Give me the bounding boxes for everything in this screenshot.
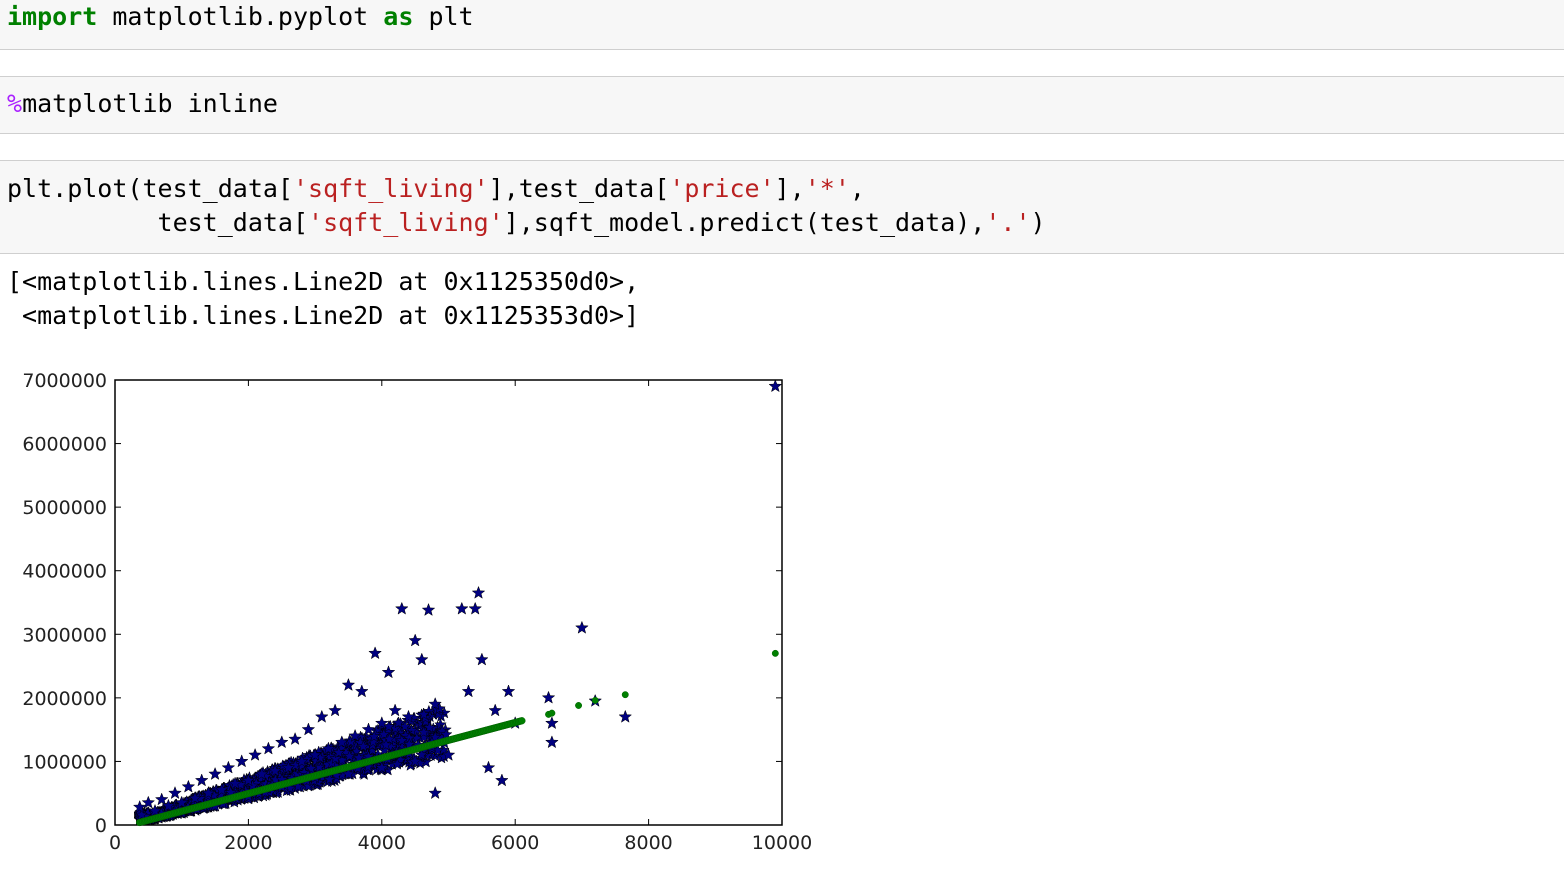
alias-name: plt — [413, 2, 474, 31]
y-tick-label: 7000000 — [22, 370, 107, 392]
output-line-2: <matplotlib.lines.Line2D at 0x1125353d0>… — [7, 301, 640, 330]
data-point-prediction — [771, 649, 779, 657]
y-tick-label: 3000000 — [22, 624, 107, 646]
x-tick-label: 8000 — [624, 832, 672, 854]
string-literal: 'sqft_living' — [292, 174, 489, 203]
scatter-plot: 0 2000 4000 6000 8000 10000 0 1000000 2000000 300… — [22, 370, 812, 854]
data-point-prediction — [548, 709, 556, 717]
y-tick-label: 4000000 — [22, 561, 107, 583]
code-segment: ],test_data[ — [488, 174, 670, 203]
x-tick-label: 4000 — [358, 832, 406, 854]
y-tick-label: 2000000 — [22, 688, 107, 710]
code-segment: ],sqft_model.predict(test_data), — [503, 208, 986, 237]
output-line-1: [<matplotlib.lines.Line2D at 0x1125350d0… — [7, 267, 640, 296]
magic-percent: % — [7, 89, 23, 118]
module-name: matplotlib.pyplot — [97, 2, 384, 31]
keyword-as: as — [383, 2, 414, 31]
magic-command: matplotlib inline — [22, 89, 278, 118]
code-segment: plt.plot(test_data[ — [7, 174, 293, 203]
string-literal: 'sqft_living' — [308, 208, 504, 237]
code-line-2: test_data['sqft_living'],sqft_model.pred… — [7, 206, 1046, 240]
code-segment: ) — [1030, 208, 1046, 237]
x-tick-label: 6000 — [491, 832, 539, 854]
code-line: %matplotlib inline — [7, 87, 278, 121]
x-tick-label: 10000 — [752, 832, 812, 854]
x-tick-label: 0 — [109, 832, 121, 854]
code-segment: , — [849, 174, 865, 203]
keyword-import: import — [7, 2, 98, 31]
string-literal: 'price' — [669, 174, 775, 203]
code-cell-plot[interactable]: plt.plot(test_data['sqft_living'],test_d… — [0, 160, 1564, 254]
code-segment: test_data[ — [7, 208, 309, 237]
data-point-prediction — [621, 691, 629, 699]
code-line: import matplotlib.pyplot as plt — [7, 0, 474, 34]
string-literal: '*' — [804, 174, 850, 203]
x-tick-label: 2000 — [224, 832, 272, 854]
string-literal: '.' — [985, 208, 1031, 237]
y-tick-label: 6000000 — [22, 434, 107, 456]
code-segment: ], — [774, 174, 805, 203]
code-cell-magic[interactable]: %matplotlib inline — [0, 76, 1564, 134]
y-tick-label: 1000000 — [22, 751, 107, 773]
code-line-1: plt.plot(test_data['sqft_living'],test_d… — [7, 172, 865, 206]
data-point-prediction — [575, 702, 583, 709]
data-point-prediction — [518, 717, 526, 725]
y-tick-label: 5000000 — [22, 497, 107, 519]
plot-frame — [114, 379, 783, 826]
y-tick-label: 0 — [95, 815, 107, 837]
code-cell-import[interactable]: import matplotlib.pyplot as plt — [0, 0, 1564, 50]
data-point-prediction — [591, 696, 599, 704]
